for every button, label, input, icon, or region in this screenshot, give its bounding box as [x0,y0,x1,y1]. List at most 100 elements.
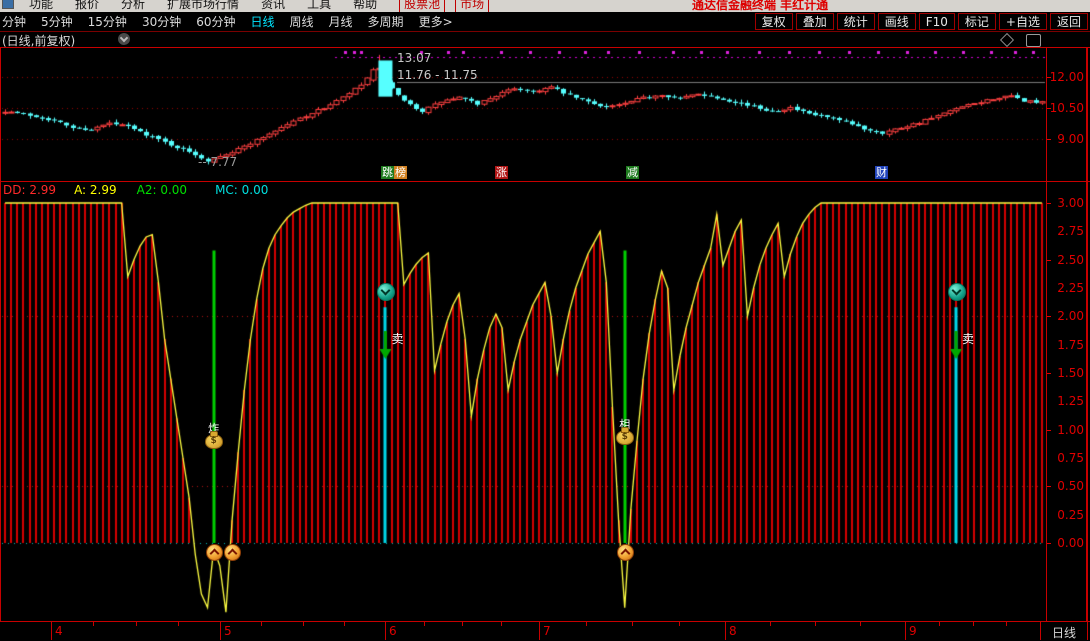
month-label: 6 [389,624,397,638]
week-tick [501,622,502,626]
panel-layout-icon[interactable] [1026,34,1041,47]
buy-signal-icon [206,544,223,561]
indicator-axis-label: 0.75 [1048,451,1084,465]
indicator-axis-tick [1047,543,1051,544]
price-axis-tick [1047,108,1051,109]
chevron-down-icon[interactable] [118,33,130,45]
toolbar-button[interactable]: 标记 [958,13,996,30]
menu-hot-item[interactable]: 股票池 [399,0,445,12]
date-axis: 日线 456789 [0,622,1090,640]
month-divider [539,622,540,640]
period-tab[interactable]: 月线 [329,13,353,30]
month-label: 8 [729,624,737,638]
indicator-axis-tick [1047,203,1051,204]
period-tab[interactable]: 60分钟 [196,13,235,30]
menu-item[interactable]: 资讯 [261,0,285,12]
range-price-label: 11.76 - 11.75 [397,68,478,82]
period-tab[interactable]: 30分钟 [142,13,181,30]
sell-signal-icon [377,283,395,301]
week-tick [679,622,680,626]
week-tick [93,622,94,626]
diamond-icon[interactable] [1000,33,1014,47]
indicator-value: A2: 0.00 [137,183,187,197]
toolbar-button[interactable]: 返回 [1050,13,1088,30]
indicator-value: A: 2.99 [74,183,117,197]
high-price-label: 13.07 [397,51,431,65]
month-divider [905,622,906,640]
toolbar-button[interactable]: 复权 [755,13,793,30]
sell-signal-icon [948,283,966,301]
toolbar-button[interactable]: +自选 [999,13,1047,30]
period-tabs: 分钟 5分钟 15分钟 30分钟 60分钟日线周线月线多周期更多> [2,12,468,31]
menu-items: 功能 报价 分析 扩展市场行情 资讯 工具 帮助 [18,0,388,12]
menu-item[interactable]: 扩展市场行情 [167,0,239,12]
menu-hot-items: 股票池市场 [394,0,494,12]
period-tab[interactable]: 15分钟 [88,13,127,30]
indicator-axis-label: 2.75 [1048,224,1084,238]
week-tick [939,622,940,626]
week-tick [815,622,816,626]
indicator-value: DD: 2.99 [3,183,56,197]
menu-item[interactable]: 帮助 [353,0,377,12]
period-tab[interactable]: 更多> [419,13,453,30]
week-tick [632,622,633,626]
border-right [1086,47,1088,622]
menu-item[interactable]: 功能 [29,0,53,12]
event-badge: 涨 [495,166,508,179]
indicator-axis-label: 1.25 [1048,394,1084,408]
period-tab[interactable]: 分钟 [2,13,26,30]
period-tab[interactable]: 多周期 [368,13,404,30]
price-axis-label: 12.00 [1048,70,1084,84]
event-badge: 财 [875,166,888,179]
month-divider [1040,622,1041,640]
candlestick-chart[interactable] [1,48,1046,181]
sell-label: 卖 [962,330,974,347]
period-box-label: 日线 [1041,624,1087,641]
marquee-text: 通达信金融终端 丰红计通 [692,0,828,12]
week-tick [973,622,974,626]
menu-hot-item[interactable]: 市场 [455,0,489,12]
event-badge: 减 [626,166,639,179]
week-tick [860,622,861,626]
period-toolbar: 分钟 5分钟 15分钟 30分钟 60分钟日线周线月线多周期更多> 复权叠加统计画线F1… [0,12,1090,32]
indicator-axis-tick [1047,430,1051,431]
indicator-axis-label: 2.00 [1048,309,1084,323]
period-tab[interactable]: 日线 [251,13,275,30]
moneybag-icon [616,430,634,445]
toolbar-button[interactable]: 叠加 [796,13,834,30]
week-tick [424,622,425,626]
event-badge: 榜 [394,166,407,179]
sell-label: 卖 [391,330,403,347]
toolbar-button[interactable]: 画线 [878,13,916,30]
menu-item[interactable]: 报价 [75,0,99,12]
border-left [0,47,1,622]
price-axis-label: 10.50 [1048,101,1084,115]
price-axis-tick [1047,139,1051,140]
indicator-axis-tick [1047,316,1051,317]
toolbar-button[interactable]: 统计 [837,13,875,30]
month-label: 9 [909,624,917,638]
month-divider [1087,622,1088,640]
month-divider [51,622,52,640]
toolbar-button[interactable]: F10 [919,13,955,30]
menu-item[interactable]: 工具 [307,0,331,12]
week-tick [586,622,587,626]
period-tab[interactable]: 周线 [290,13,314,30]
chart-titlebar: (日线,前复权) [0,32,1090,47]
week-tick [1006,622,1007,626]
month-divider [385,622,386,640]
price-axis-tick [1047,77,1051,78]
indicator-axis-label: 0.50 [1048,479,1084,493]
menu-row: 功能 报价 分析 扩展市场行情 资讯 工具 帮助 股票池市场 [0,0,494,12]
indicator-axis-label: 0.00 [1048,536,1084,550]
week-tick [178,622,179,626]
month-divider [725,622,726,640]
period-tab[interactable]: 5分钟 [41,13,73,30]
top-menubar: 功能 报价 分析 扩展市场行情 资讯 工具 帮助 股票池市场 通达信金融终端 丰红计通 [0,0,1090,12]
indicator-chart[interactable] [1,182,1046,621]
week-tick [462,622,463,626]
month-label: 7 [543,624,551,638]
week-tick [770,622,771,626]
menu-item[interactable]: 分析 [121,0,145,12]
week-tick [136,622,137,626]
